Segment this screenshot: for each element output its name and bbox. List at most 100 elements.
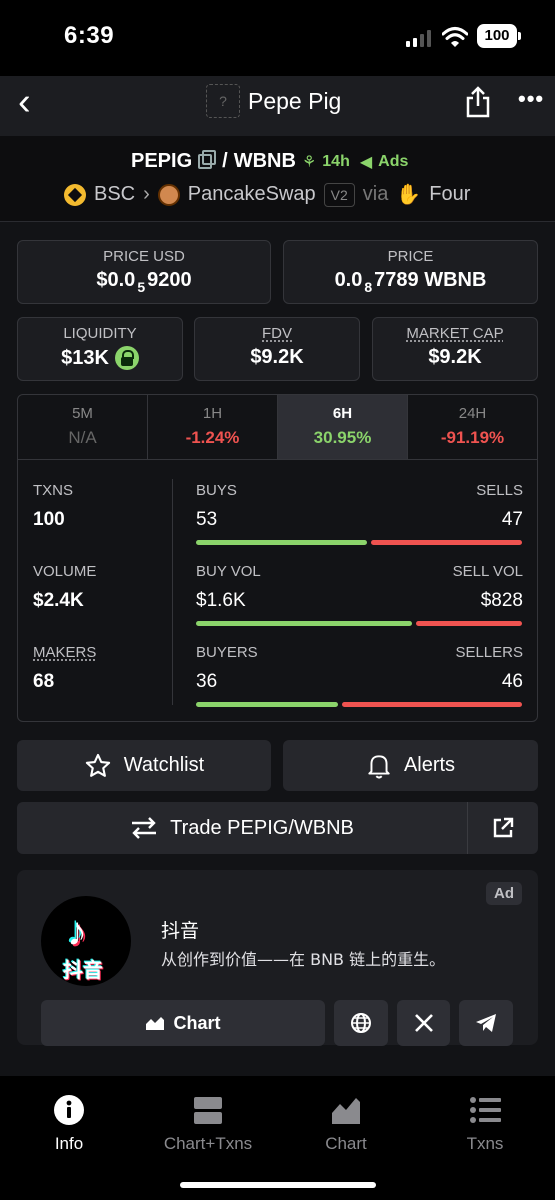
tab-chart-txns[interactable]: Chart+Txns	[148, 1094, 268, 1154]
ad-card[interactable]: Ad ♪ 抖音 抖音 从创作到价值——在 BNB 链上的重生。 Chart	[17, 870, 538, 1046]
buy-bar	[196, 702, 338, 707]
tab-txns[interactable]: Txns	[425, 1094, 545, 1154]
ad-website-button[interactable]	[334, 1000, 388, 1046]
tab-chart-label: Chart	[325, 1134, 367, 1153]
fdv-card: FDV $9.2K	[194, 317, 360, 381]
alerts-button[interactable]: Alerts	[283, 740, 538, 791]
buy-sell-vol-bar	[196, 621, 522, 626]
price-native-digits: 7789 WBNB	[374, 269, 487, 291]
price-usd-value: $0.0 5 9200	[18, 269, 270, 295]
chain-name[interactable]: BSC	[94, 183, 135, 206]
sells-value: 47	[501, 509, 523, 530]
token-title: ? Pepe Pig	[206, 84, 341, 118]
base-symbol: PEPIG	[131, 150, 193, 172]
txns-row: TXNS 100 BUYS SELLS 53 47	[18, 482, 537, 552]
price-usd-card: PRICE USD $0.0 5 9200	[17, 240, 271, 304]
telegram-icon	[476, 1014, 496, 1032]
copy-icon[interactable]	[198, 150, 217, 169]
tab-chart[interactable]: Chart	[286, 1094, 406, 1154]
chart-icon	[146, 1017, 165, 1030]
battery-icon: 100	[477, 24, 521, 48]
liquidity-card: LIQUIDITY $13K	[17, 317, 183, 381]
txns-label: TXNS	[33, 482, 74, 499]
tab-24h[interactable]: 24H -91.19%	[408, 395, 537, 459]
buy-sell-bar	[196, 540, 522, 545]
trade-bar: Trade PEPIG/WBNB	[17, 802, 538, 854]
globe-icon	[351, 1013, 371, 1033]
market-cap-value: $9.2K	[428, 346, 482, 368]
external-link-button[interactable]	[467, 802, 538, 854]
price-native-prefix: 0.0	[334, 269, 363, 291]
cellular-signal-icon	[406, 29, 431, 47]
bell-icon	[368, 754, 390, 779]
price-usd-digits: 9200	[147, 269, 192, 291]
makers-label[interactable]: MAKERS	[33, 644, 96, 661]
price-native-card: PRICE 0.0 8 7789 WBNB	[283, 240, 538, 304]
sells-label: SELLS	[476, 482, 523, 499]
launchpad-name[interactable]: Four	[429, 183, 470, 206]
chart-area-icon	[330, 1094, 362, 1126]
ad-chart-button[interactable]: Chart	[41, 1000, 325, 1046]
buys-value: 53	[196, 509, 218, 530]
trade-button[interactable]: Trade PEPIG/WBNB	[17, 802, 467, 854]
share-icon[interactable]	[464, 86, 492, 118]
price-usd-zero-count: 5	[137, 278, 146, 295]
status-bar: 6:39 100	[0, 0, 555, 76]
back-chevron-icon[interactable]: ‹	[18, 83, 31, 121]
more-icon[interactable]: •••	[518, 86, 544, 112]
ad-description: 从创作到价值——在 BNB 链上的重生。	[161, 950, 446, 969]
token-placeholder-icon: ?	[206, 84, 240, 118]
pair-separator: /	[222, 150, 228, 172]
trade-label: Trade PEPIG/WBNB	[170, 816, 354, 839]
liquidity-label: LIQUIDITY	[63, 325, 137, 342]
token-name: Pepe Pig	[248, 87, 342, 114]
chevron-right-icon: ›	[143, 183, 150, 205]
price-native-label: PRICE	[387, 248, 434, 265]
ads-badge[interactable]: Ads	[378, 153, 408, 171]
ad-badge: Ad	[486, 882, 522, 905]
bottom-tab-bar: Info Chart+Txns Chart Txns	[0, 1076, 555, 1200]
fdv-label[interactable]: FDV	[195, 325, 359, 342]
makers-value: 68	[33, 671, 55, 692]
buyers-label: BUYERS	[196, 644, 258, 661]
price-native-zero-count: 8	[364, 278, 373, 295]
music-note-icon: ♪	[67, 910, 87, 954]
tab-5m-label: 5M	[72, 405, 93, 422]
volume-label: VOLUME	[33, 563, 97, 580]
tab-24h-label: 24H	[458, 405, 487, 422]
tab-txns-label: Txns	[466, 1134, 504, 1153]
watchlist-button[interactable]: Watchlist	[17, 740, 271, 791]
pair-age: 14h	[322, 152, 350, 170]
tab-info[interactable]: Info	[9, 1094, 129, 1154]
sell-bar	[342, 702, 522, 707]
status-time: 6:39	[64, 22, 115, 49]
buy-bar	[196, 621, 412, 626]
quote-symbol: WBNB	[233, 150, 296, 172]
tab-5m[interactable]: 5M N/A	[18, 395, 148, 459]
dex-name[interactable]: PancakeSwap	[188, 183, 316, 206]
buy-vol-value: $1.6K	[196, 590, 246, 611]
list-icon	[469, 1094, 501, 1126]
lock-icon[interactable]	[114, 346, 139, 370]
douyin-logo-text: 抖音	[63, 960, 103, 982]
megaphone-icon: ◀	[359, 153, 373, 171]
split-view-icon	[192, 1094, 224, 1126]
via-label: via	[362, 183, 389, 205]
tab-6h[interactable]: 6H 30.95%	[278, 395, 408, 459]
ad-title: 抖音	[161, 920, 200, 942]
volume-row: VOLUME $2.4K BUY VOL SELL VOL $1.6K $828	[18, 563, 537, 633]
four-launchpad-icon: ✋	[396, 184, 422, 206]
liquidity-value: $13K	[61, 346, 109, 369]
price-native-value: 0.0 8 7789 WBNB	[284, 269, 537, 295]
makers-row: MAKERS 68 BUYERS SELLERS 36 46	[18, 644, 537, 714]
ad-x-button[interactable]	[397, 1000, 450, 1046]
market-cap-label[interactable]: MARKET CAP	[373, 325, 537, 342]
tab-24h-value: -91.19%	[440, 428, 505, 447]
timeframe-tabs: 5M N/A 1H -1.24% 6H 30.95% 24H -91.19%	[18, 395, 537, 460]
volume-value: $2.4K	[33, 590, 84, 611]
buy-vol-label: BUY VOL	[196, 563, 261, 580]
buyers-sellers-bar	[196, 702, 522, 707]
dex-version-badge: V2	[323, 182, 355, 207]
ad-telegram-button[interactable]	[459, 1000, 513, 1046]
tab-1h[interactable]: 1H -1.24%	[148, 395, 278, 459]
